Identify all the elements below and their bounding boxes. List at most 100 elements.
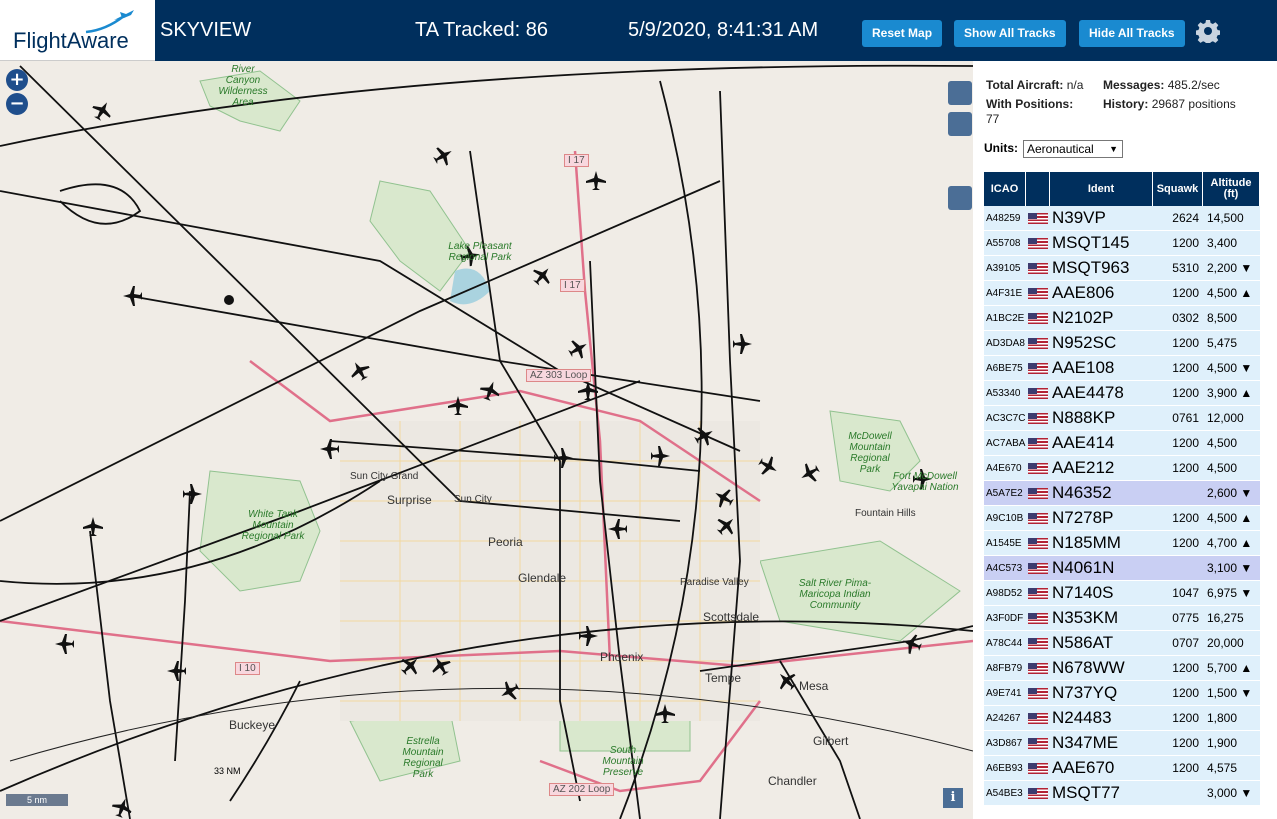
us-flag-icon: [1028, 562, 1048, 574]
altitude-cell: 4,500 ▼: [1203, 361, 1260, 375]
trend-arrow-icon: ▼: [1240, 586, 1253, 600]
units-label: Units:: [984, 141, 1018, 155]
altitude-value: 4,500: [1207, 361, 1238, 375]
icao-cell: A8FB79: [986, 662, 1023, 674]
table-row[interactable]: A3D867 N347ME 1200 1,900: [984, 731, 1260, 756]
altitude-value: 1,500: [1207, 686, 1238, 700]
icao-cell: AC3C7C: [986, 412, 1026, 424]
map-layer-icon[interactable]: [948, 81, 972, 105]
trend-arrow-icon: ▲: [1240, 286, 1253, 300]
table-row[interactable]: A78C44 N586AT 0707 20,000: [984, 631, 1260, 656]
trend-arrow-icon: ▲: [1240, 536, 1253, 550]
squawk-cell: 1200: [1172, 661, 1199, 675]
zoom-out-button[interactable]: −: [6, 93, 28, 115]
flightaware-logo[interactable]: FlightAware: [0, 0, 155, 61]
ta-tracked-count: TA Tracked: 86: [415, 19, 549, 41]
table-row[interactable]: AC3C7C N888KP 0761 12,000: [984, 406, 1260, 431]
altitude-cell: 5,700 ▲: [1203, 661, 1260, 675]
us-flag-icon: [1028, 537, 1048, 549]
table-row[interactable]: AC7ABA AAE414 1200 4,500: [984, 431, 1260, 456]
zoom-in-button[interactable]: +: [6, 69, 28, 91]
table-row[interactable]: A1545E N185MM 1200 4,700 ▲: [984, 531, 1260, 556]
col-icao[interactable]: ICAO: [984, 172, 1026, 206]
altitude-cell: 14,500: [1203, 211, 1260, 225]
ident-cell: N737YQ: [1052, 683, 1118, 702]
col-altitude[interactable]: Altitude (ft): [1203, 172, 1260, 206]
highway-shield: AZ 202 Loop: [549, 783, 615, 796]
trend-arrow-icon: ▲: [1240, 511, 1253, 525]
us-flag-icon: [1028, 362, 1048, 374]
ident-cell: AAE806: [1052, 283, 1115, 302]
altitude-cell: 16,275: [1203, 611, 1260, 625]
squawk-cell: 2624: [1172, 211, 1199, 225]
map-view[interactable]: + − River Canyon Wilderness Area Lake Pl…: [0, 61, 973, 819]
icao-cell: A53340: [986, 387, 1021, 399]
table-row[interactable]: A3F0DF N353KM 0775 16,275: [984, 606, 1260, 631]
ident-cell: N2102P: [1052, 308, 1114, 327]
table-row[interactable]: A9E741 N737YQ 1200 1,500 ▼: [984, 681, 1260, 706]
sidebar-toggle-icon[interactable]: [948, 186, 972, 210]
icao-cell: A9E741: [986, 687, 1022, 699]
flag-cell: [1026, 737, 1050, 749]
table-row[interactable]: A48259 N39VP 2624 14,500: [984, 206, 1260, 231]
table-row[interactable]: A24267 N24483 1200 1,800: [984, 706, 1260, 731]
ident-cell: AAE108: [1052, 358, 1115, 377]
altitude-value: 14,500: [1207, 211, 1244, 225]
altitude-cell: 5,475: [1203, 336, 1260, 350]
table-row[interactable]: A6EB93 AAE670 1200 4,575: [984, 756, 1260, 781]
table-row[interactable]: A39105 MSQT963 5310 2,200 ▼: [984, 256, 1260, 281]
park-label: Salt River Pima-Maricopa Indian Communit…: [798, 578, 872, 611]
units-select[interactable]: Aeronautical ▼: [1023, 140, 1123, 158]
altitude-cell: 2,600 ▼: [1203, 486, 1260, 500]
flag-cell: [1026, 512, 1050, 524]
table-row[interactable]: A55708 MSQT145 1200 3,400: [984, 231, 1260, 256]
table-row[interactable]: A9C10B N7278P 1200 4,500 ▲: [984, 506, 1260, 531]
col-flag[interactable]: [1026, 172, 1050, 206]
squawk-cell: 1200: [1172, 711, 1199, 725]
altitude-value: 4,500: [1207, 286, 1238, 300]
altitude-value: 1,800: [1207, 711, 1238, 725]
flag-cell: [1026, 687, 1050, 699]
col-squawk[interactable]: Squawk: [1153, 172, 1203, 206]
hide-all-tracks-button[interactable]: Hide All Tracks: [1079, 20, 1185, 47]
icao-cell: A39105: [986, 262, 1021, 274]
squawk-cell: 0775: [1172, 611, 1199, 625]
table-row[interactable]: A8FB79 N678WW 1200 5,700 ▲: [984, 656, 1260, 681]
info-button[interactable]: i: [943, 788, 963, 808]
us-flag-icon: [1028, 337, 1048, 349]
us-flag-icon: [1028, 412, 1048, 424]
place-label: Chandler: [768, 774, 817, 788]
gear-icon[interactable]: [1196, 19, 1220, 43]
icao-cell: A1BC2E: [986, 312, 1025, 324]
table-row[interactable]: A4F31E AAE806 1200 4,500 ▲: [984, 281, 1260, 306]
show-all-tracks-button[interactable]: Show All Tracks: [954, 20, 1066, 47]
place-label: Phoenix: [600, 650, 644, 664]
grid-icon[interactable]: [948, 112, 972, 136]
icao-cell: A4F31E: [986, 287, 1023, 299]
app-title: SKYVIEW: [160, 19, 252, 41]
table-row[interactable]: A98D52 N7140S 1047 6,975 ▼: [984, 581, 1260, 606]
place-label: Tempe: [705, 671, 742, 685]
col-ident[interactable]: Ident: [1050, 172, 1153, 206]
table-row[interactable]: A53340 AAE4478 1200 3,900 ▲: [984, 381, 1260, 406]
table-row[interactable]: A54BE3 MSQT77 3,000 ▼: [984, 781, 1260, 806]
ident-cell: N4061N: [1052, 558, 1115, 577]
squawk-cell: 1047: [1172, 586, 1199, 600]
table-row[interactable]: A4C573 N4061N 3,100 ▼: [984, 556, 1260, 581]
table-row[interactable]: A6BE75 AAE108 1200 4,500 ▼: [984, 356, 1260, 381]
range-ring-label: 33 NM: [214, 766, 241, 776]
table-row[interactable]: A4E670 AAE212 1200 4,500: [984, 456, 1260, 481]
park-label: McDowell Mountain Regional Park: [848, 431, 892, 475]
place-label: Surprise: [387, 493, 432, 507]
table-row[interactable]: AD3DA8 N952SC 1200 5,475: [984, 331, 1260, 356]
place-label: Glendale: [518, 571, 567, 585]
table-row[interactable]: A1BC2E N2102P 0302 8,500: [984, 306, 1260, 331]
table-row[interactable]: A5A7E2 N46352 2,600 ▼: [984, 481, 1260, 506]
trend-arrow-icon: ▼: [1240, 261, 1253, 275]
flag-cell: [1026, 712, 1050, 724]
icao-cell: A4C573: [986, 562, 1023, 574]
altitude-value: 12,000: [1207, 411, 1244, 425]
scale-bar: 5 nm: [6, 794, 68, 806]
total-aircraft-label: Total Aircraft:: [986, 78, 1064, 92]
reset-map-button[interactable]: Reset Map: [862, 20, 943, 47]
